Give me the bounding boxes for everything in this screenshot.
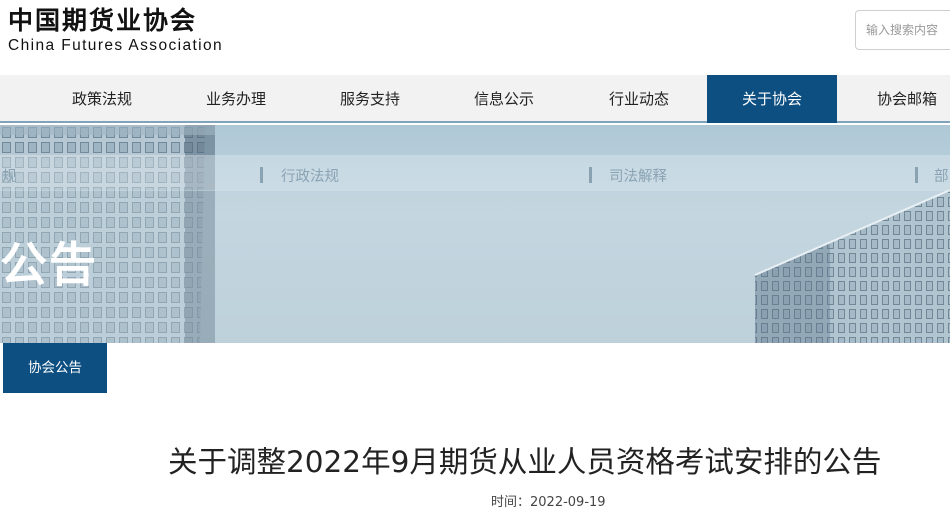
main-nav: 政策法规 业务办理 服务支持 信息公示 行业动态 关于协会 协会邮箱 bbox=[0, 75, 950, 123]
article-title: 关于调整2022年9月期货从业人员资格考试安排的公告 bbox=[168, 445, 882, 479]
nav-item-news[interactable]: 行业动态 bbox=[571, 75, 707, 123]
article-meta: 时间：2022-09-19 bbox=[491, 491, 606, 510]
nav-item-mailbox[interactable]: 协会邮箱 bbox=[837, 75, 950, 123]
nav-item-business[interactable]: 业务办理 bbox=[169, 75, 303, 123]
article-date: 2022-09-19 bbox=[530, 495, 606, 510]
nav-item-about[interactable]: 关于协会 bbox=[707, 75, 837, 123]
logo-chinese-name: 中国期货业协会 bbox=[8, 6, 198, 35]
nav-item-disclosure[interactable]: 信息公示 bbox=[437, 75, 571, 123]
sub-nav: 规 行政法规 司法解释 部 bbox=[0, 163, 950, 189]
nav-item-services[interactable]: 服务支持 bbox=[303, 75, 437, 123]
site-logo[interactable]: 中国期货业协会 China Futures Association bbox=[8, 6, 223, 55]
sub-nav-item-department-rules[interactable]: 部 bbox=[934, 165, 949, 186]
section-tab-announcements[interactable]: 协会公告 bbox=[3, 343, 107, 393]
banner-title: 公告 bbox=[0, 238, 98, 293]
sub-nav-item-admin-regulations[interactable]: 行政法规 bbox=[281, 165, 339, 186]
banner-buildings-image bbox=[0, 125, 950, 343]
sub-nav-divider bbox=[260, 167, 263, 183]
sub-nav-item-regulations[interactable]: 规 bbox=[2, 165, 17, 186]
sub-nav-divider bbox=[589, 167, 592, 183]
logo-english-name: China Futures Association bbox=[8, 37, 224, 54]
nav-item-policy[interactable]: 政策法规 bbox=[35, 75, 169, 123]
sub-nav-item-judicial-interpretation[interactable]: 司法解释 bbox=[609, 165, 667, 186]
sub-nav-divider bbox=[915, 167, 918, 183]
search-input[interactable] bbox=[855, 10, 950, 50]
site-header: 中国期货业协会 China Futures Association bbox=[0, 0, 950, 75]
page-banner: 规 行政法规 司法解释 部 公告 bbox=[0, 125, 950, 343]
article-date-label: 时间： bbox=[491, 495, 531, 510]
